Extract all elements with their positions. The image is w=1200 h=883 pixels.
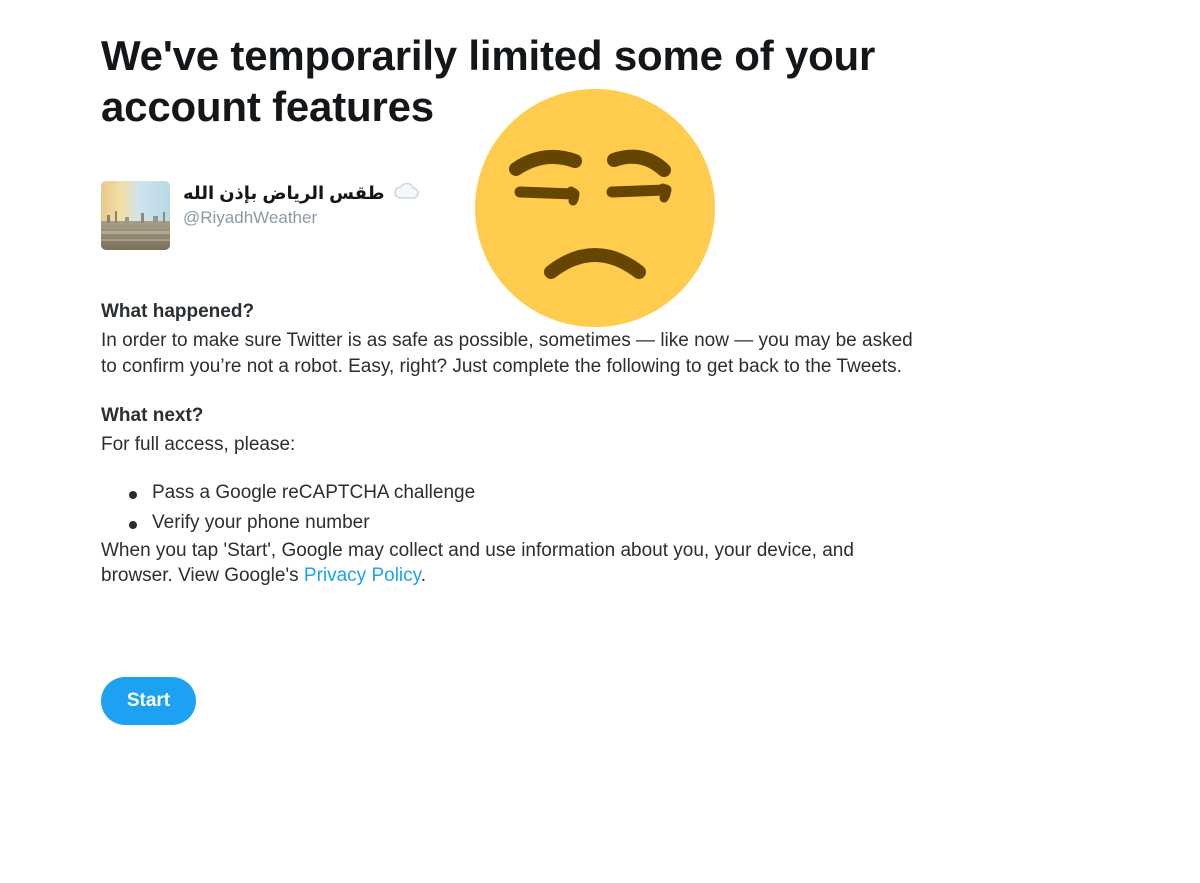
account-text: طقس الرياض بإذن الله @RiyadhWeather: [183, 181, 483, 229]
steps-list: Pass a Google reCAPTCHA challenge Verify…: [101, 478, 921, 538]
privacy-notice-text: When you tap 'Start', Google may collect…: [101, 539, 854, 587]
privacy-notice-end: .: [420, 565, 427, 586]
cloud-icon: [393, 181, 419, 205]
unamused-face-icon: [474, 88, 716, 328]
account-display-name: طقس الرياض بإذن الله: [183, 183, 385, 203]
list-item: Pass a Google reCAPTCHA challenge: [101, 478, 921, 508]
content: What happened? In order to make sure Twi…: [101, 298, 921, 589]
what-next-heading: What next?: [101, 405, 204, 426]
what-happened-heading: What happened?: [101, 301, 255, 322]
limited-account-page: We've temporarily limited some of your a…: [0, 0, 1200, 883]
account-display-name-row: طقس الرياض بإذن الله: [183, 181, 483, 205]
what-next-intro: For full access, please:: [101, 434, 296, 455]
start-button[interactable]: Start: [101, 677, 196, 725]
account-handle: @RiyadhWeather: [183, 208, 318, 227]
what-happened-text: In order to make sure Twitter is as safe…: [101, 330, 913, 377]
avatar-image: [101, 181, 170, 250]
account-card: طقس الرياض بإذن الله @RiyadhWeather: [101, 181, 501, 251]
privacy-policy-link[interactable]: Privacy Policy: [304, 565, 421, 586]
list-item: Verify your phone number: [101, 508, 921, 538]
privacy-notice: When you tap 'Start', Google may collect…: [101, 538, 921, 589]
avatar: [101, 181, 170, 250]
